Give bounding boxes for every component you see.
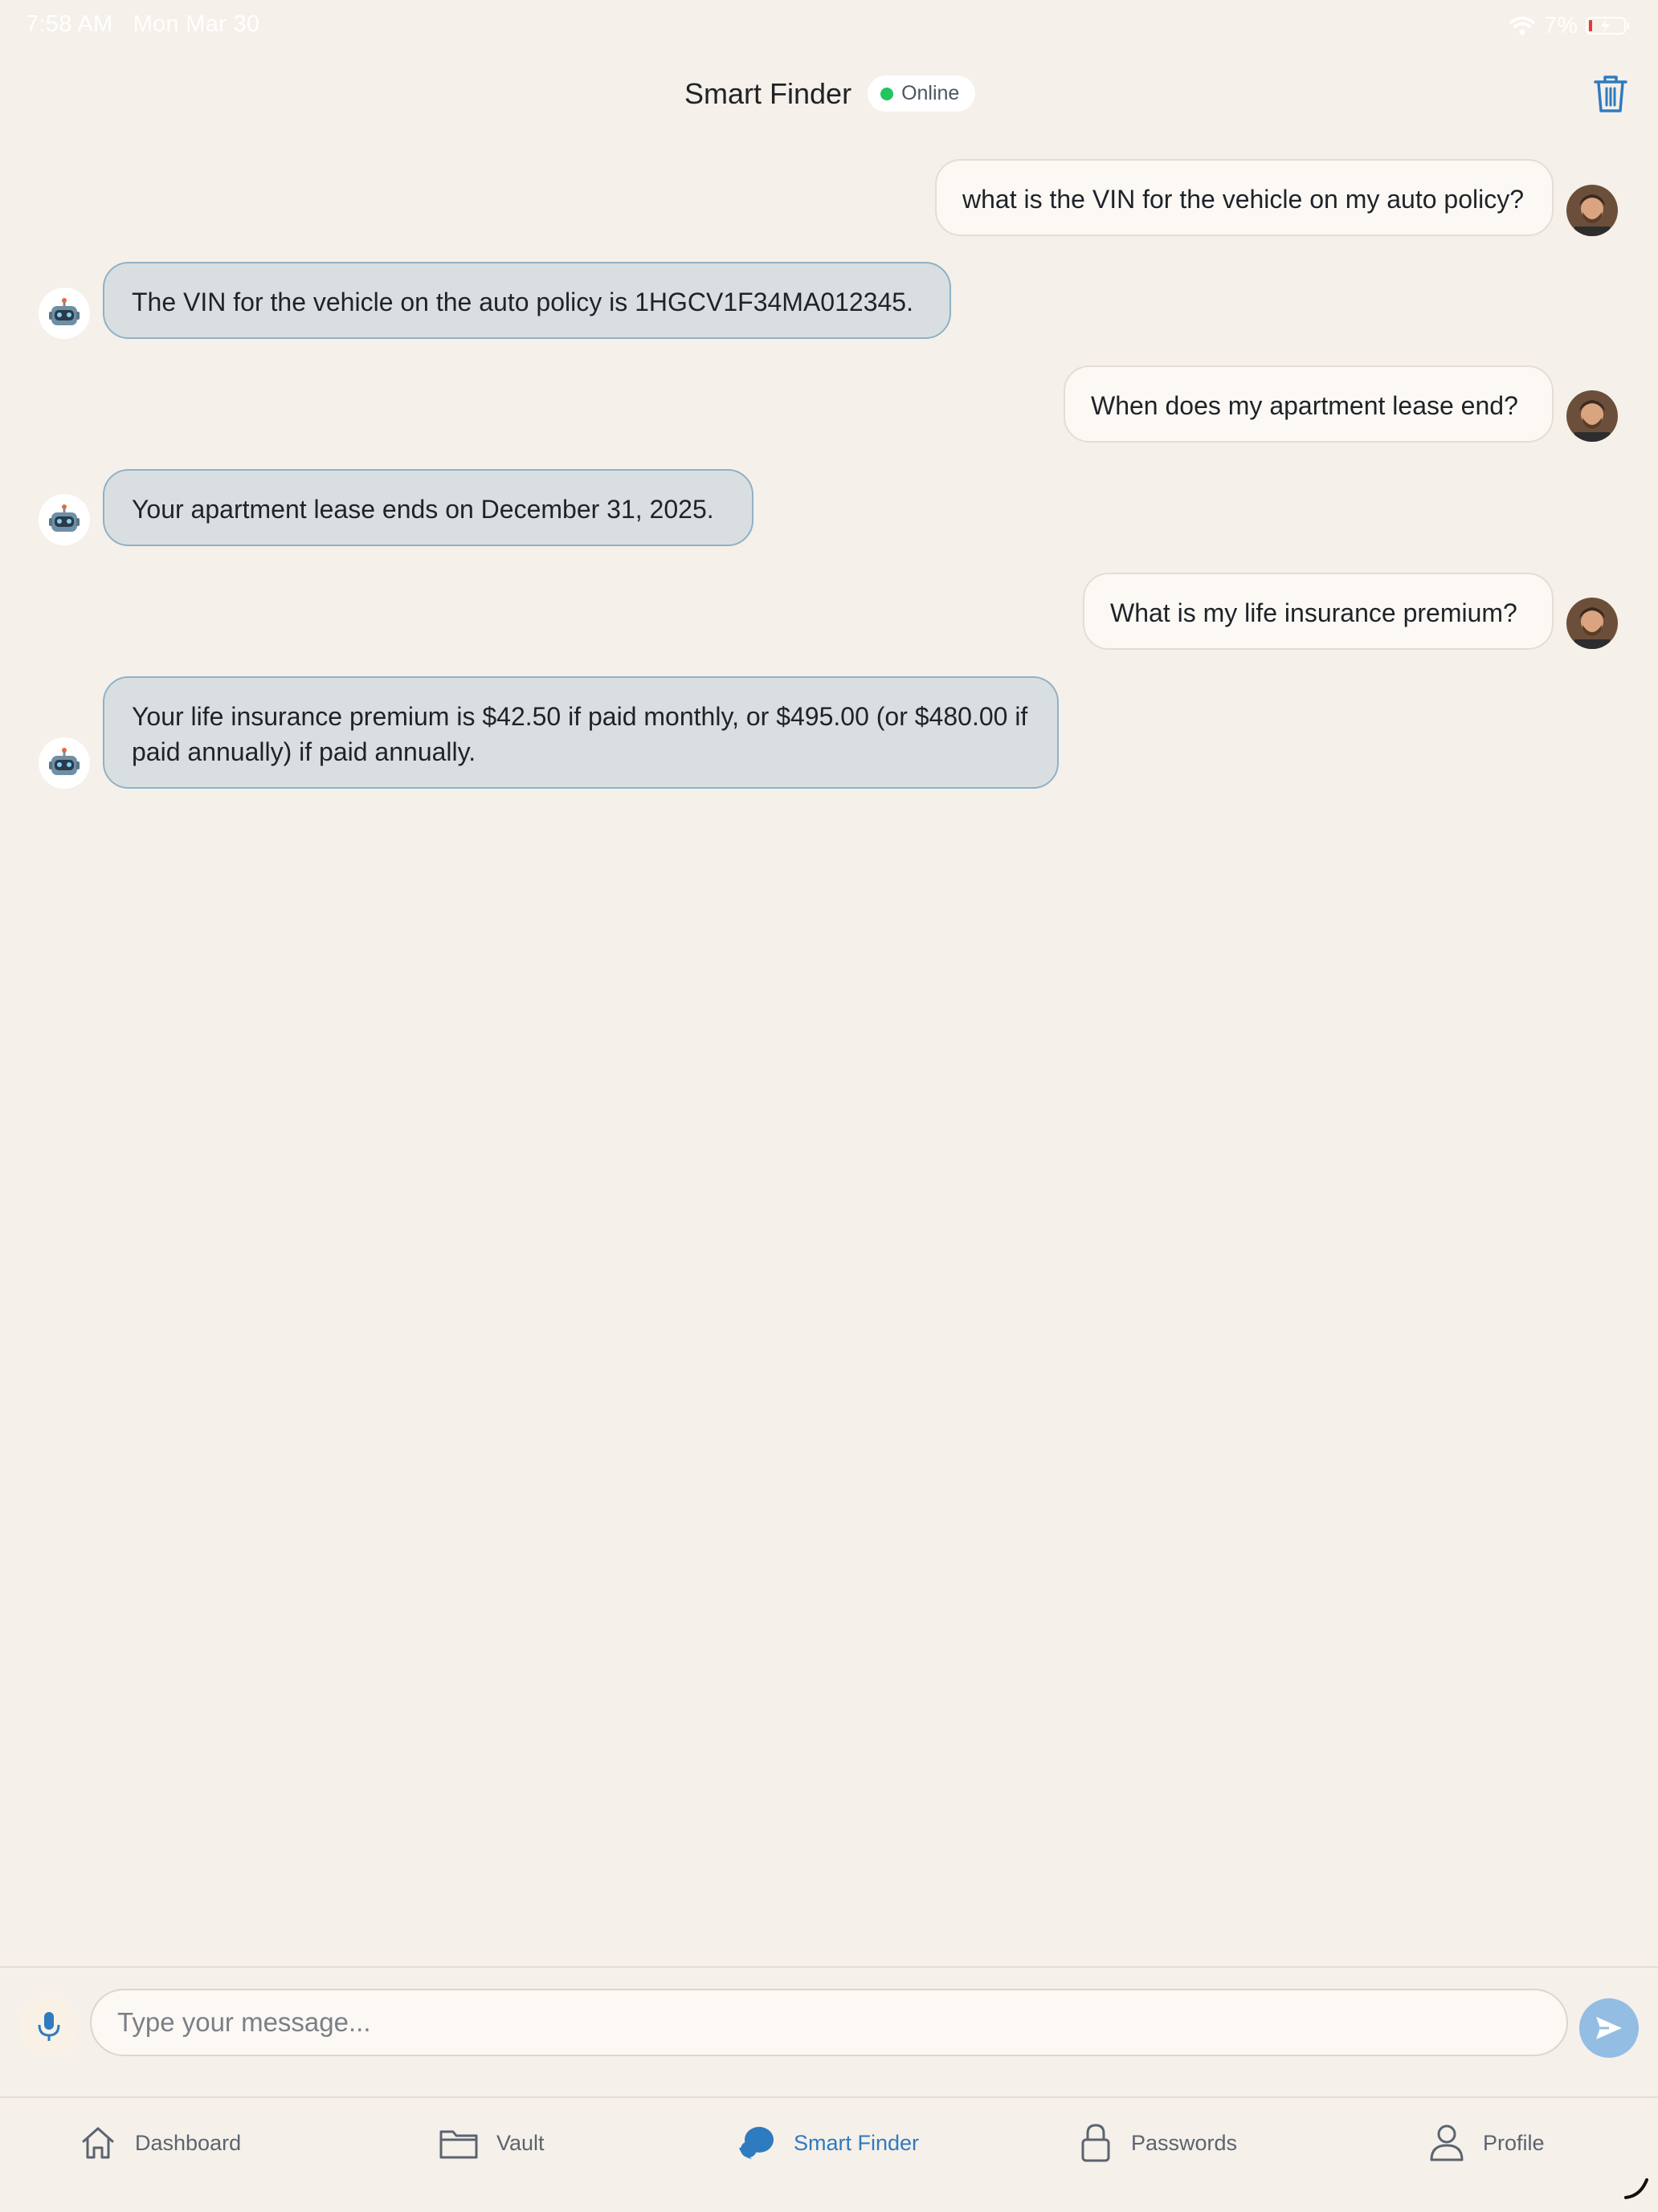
status-badge-label: Online [901,82,960,104]
user-avatar [1566,598,1618,649]
microphone-icon [38,2012,60,2041]
title-group: Smart Finder Online [684,76,976,112]
tab-vault[interactable]: Vault [439,2120,545,2165]
lock-icon [1081,2124,1110,2162]
robot-icon [49,298,80,325]
user-message: what is the VIN for the vehicle on my au… [935,159,1554,236]
person-icon [1430,2124,1464,2161]
tab-label: Vault [496,2130,545,2155]
tab-bar: Dashboard Vault Smart Finder Passwords P… [0,2096,1658,2212]
tab-label: Passwords [1131,2130,1238,2155]
status-indicators: 7% [1509,11,1632,40]
message-text: what is the VIN for the vehicle on my au… [962,185,1525,214]
tab-passwords[interactable]: Passwords [1078,2120,1237,2165]
message-text: Your life insurance premium is $42.50 if… [132,702,1028,766]
assistant-message: The VIN for the vehicle on the auto poli… [103,262,951,339]
message-text: Your apartment lease ends on December 31… [132,495,714,524]
assistant-avatar [39,494,90,545]
robot-icon [49,748,80,775]
user-avatar [1566,185,1618,236]
wifi-icon [1509,16,1535,35]
page-title: Smart Finder [684,76,852,110]
assistant-avatar [39,288,90,339]
message-input[interactable] [90,1989,1568,2056]
message-text: The VIN for the vehicle on the auto poli… [132,288,913,316]
assistant-avatar [39,737,90,789]
robot-icon [49,504,80,532]
trash-icon[interactable] [1591,72,1631,116]
message-text: When does my apartment lease end? [1091,391,1518,420]
user-message: When does my apartment lease end? [1064,365,1554,443]
online-dot [880,87,894,100]
status-badge: Online [868,76,976,112]
chat-header: Smart Finder Online [0,51,1658,135]
folder-icon [439,2130,478,2159]
chat-bubble-icon [739,2127,774,2159]
mic-button[interactable] [19,1997,79,2056]
user-message: What is my life insurance premium? [1083,573,1554,650]
message-text: What is my life insurance premium? [1110,598,1517,627]
home-icon [82,2127,114,2159]
user-avatar [1566,390,1618,442]
send-icon [1596,2017,1622,2039]
tab-profile[interactable]: Profile [1428,2120,1545,2165]
tab-smart-finder[interactable]: Smart Finder [736,2120,919,2165]
status-time-date: 7:58 AM Mon Mar 30 [26,11,260,37]
assistant-message: Your life insurance premium is $42.50 if… [103,676,1059,789]
status-bar: 7:58 AM Mon Mar 30 7% [0,0,1658,51]
battery-percent: 7% [1544,12,1578,39]
tab-label: Smart Finder [794,2130,920,2155]
tab-dashboard[interactable]: Dashboard [79,2120,241,2165]
assistant-message: Your apartment lease ends on December 31… [103,469,753,546]
resize-handle-icon [1624,2178,1648,2199]
tab-label: Profile [1483,2130,1545,2155]
tab-label: Dashboard [135,2130,242,2155]
battery-icon [1586,17,1629,35]
message-composer [0,1966,1658,2098]
send-button[interactable] [1579,1998,1639,2058]
